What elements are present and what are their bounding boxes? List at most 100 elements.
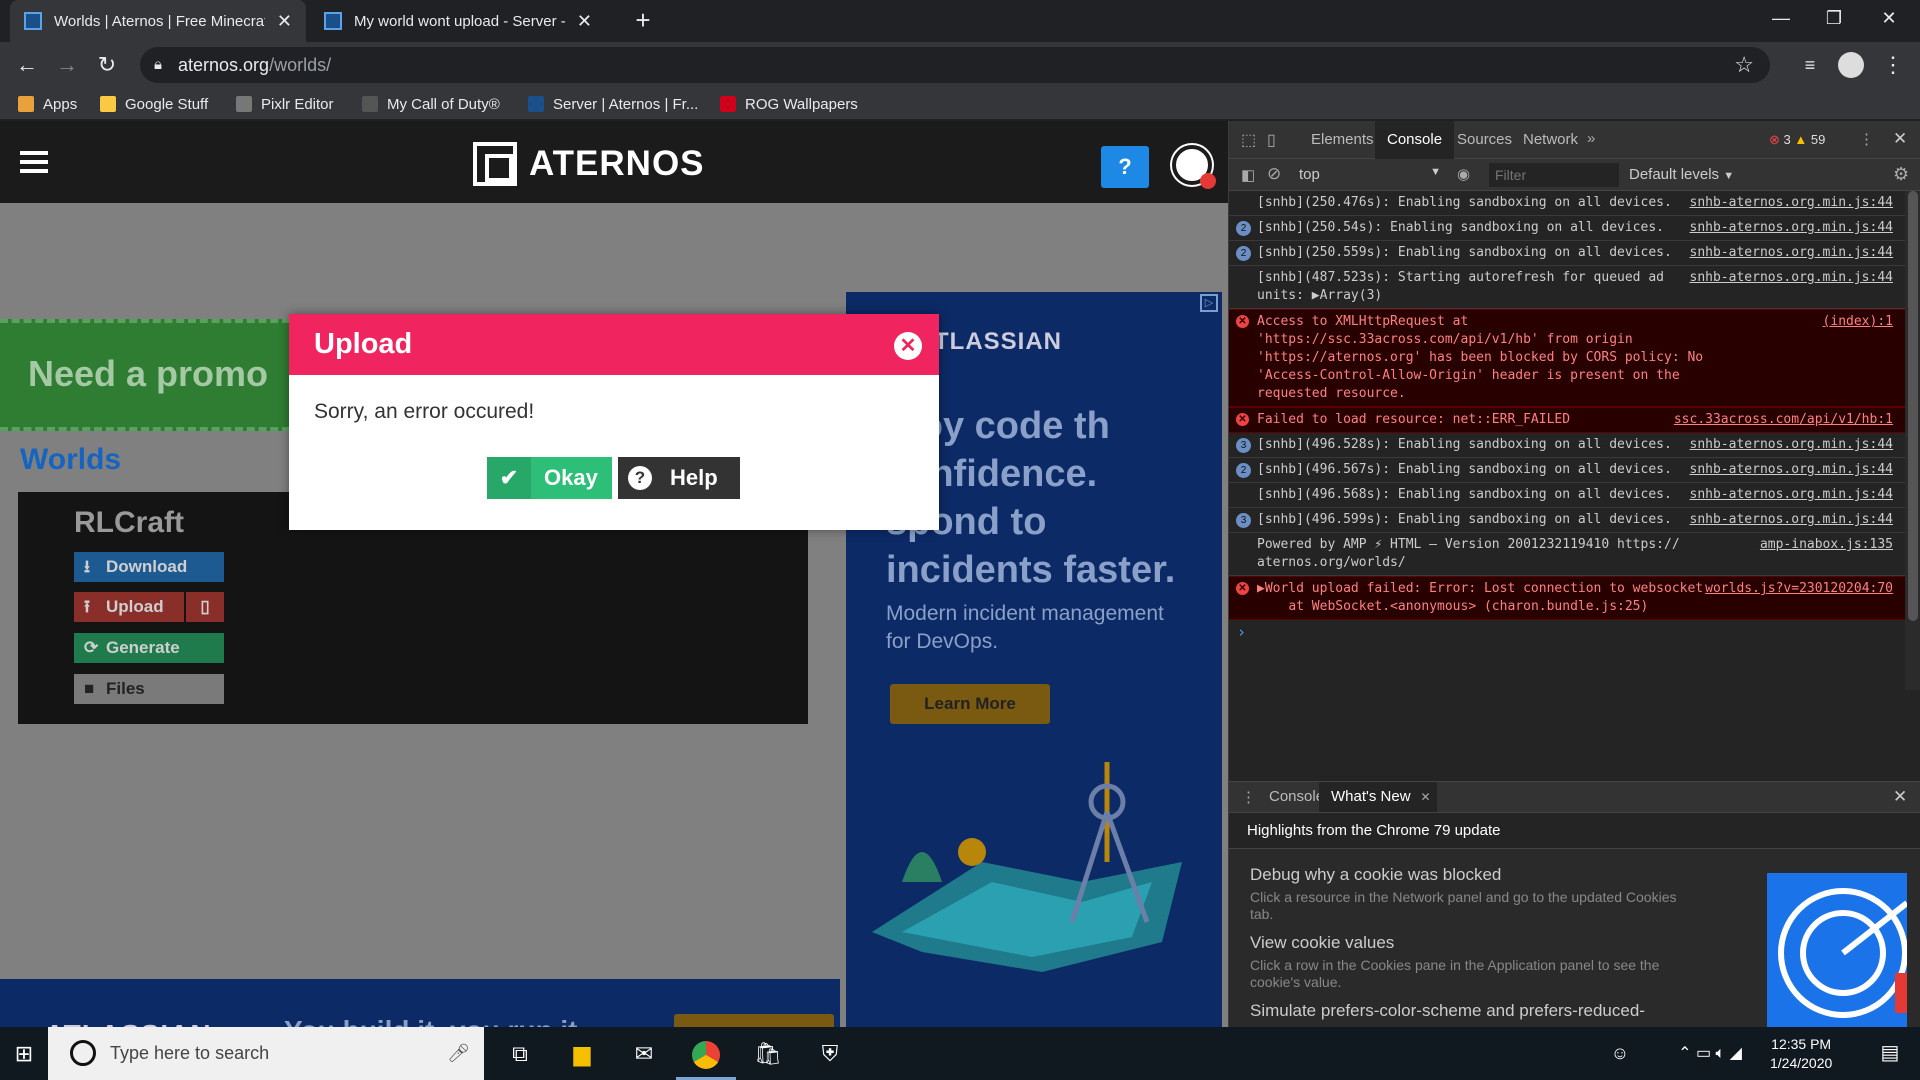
console-source-link[interactable]: snhb-aternos.org.min.js:44: [1690, 461, 1894, 479]
context-selector[interactable]: top ▼: [1299, 166, 1441, 183]
menu-icon[interactable]: ⋮: [1878, 50, 1908, 80]
eye-icon[interactable]: ◉: [1457, 165, 1470, 183]
windows-start-icon[interactable]: ⊞: [0, 1027, 48, 1080]
store-icon[interactable]: 🛍︎: [738, 1027, 798, 1080]
close-icon[interactable]: ✕: [1421, 782, 1431, 812]
console-log-row[interactable]: Powered by AMP ⚡ HTML – Version 20012321…: [1229, 533, 1905, 576]
clear-console-icon[interactable]: ⊘: [1267, 164, 1281, 184]
notifications-icon[interactable]: ▤: [1860, 1027, 1920, 1080]
console-log-row[interactable]: 2 [snhb](250.559s): Enabling sandboxing o…: [1229, 241, 1905, 266]
inspect-icon[interactable]: ⬚: [1241, 130, 1256, 150]
drawer-tab-whats-new[interactable]: What's New ✕: [1319, 782, 1437, 812]
console-log-row[interactable]: 2 [snhb](250.54s): Enabling sandboxing on…: [1229, 216, 1905, 241]
console-source-link[interactable]: snhb-aternos.org.min.js:44: [1690, 219, 1894, 237]
help-button[interactable]: ?: [1101, 146, 1149, 188]
console-source-link[interactable]: snhb-aternos.org.min.js:44: [1690, 244, 1894, 262]
promo-banner[interactable]: Need a promo: [0, 319, 290, 431]
ad-learn-more-button[interactable]: Learn More: [890, 684, 1050, 724]
forward-icon[interactable]: →: [52, 50, 82, 80]
file-icon[interactable]: ▯: [184, 592, 224, 622]
bookmark-item[interactable]: My Call of Duty®: [362, 88, 500, 120]
device-toolbar-icon[interactable]: ▯: [1267, 130, 1276, 150]
console-settings-icon[interactable]: ⚙: [1893, 164, 1909, 185]
close-icon[interactable]: ✕: [577, 11, 592, 32]
console-filter-input[interactable]: [1489, 163, 1619, 187]
console-error-row[interactable]: ✕ ▶World upload failed: Error: Lost conne…: [1229, 576, 1905, 620]
ad-bottom[interactable]: ▲ ATLASSIAN You build it, you run it. Le…: [0, 979, 840, 1027]
console-source-link[interactable]: (index):1: [1823, 313, 1893, 331]
star-icon[interactable]: ☆: [1734, 47, 1754, 83]
devtools-close-icon[interactable]: ✕: [1893, 129, 1907, 149]
taskbar-search[interactable]: Type here to search 🎤︎: [48, 1027, 484, 1080]
console-source-link[interactable]: snhb-aternos.org.min.js:44: [1690, 511, 1894, 529]
console-error-row[interactable]: ✕ Access to XMLHttpRequest at 'https://ss…: [1229, 309, 1905, 407]
console-log-row[interactable]: [snhb](250.476s): Enabling sandboxing on…: [1229, 191, 1905, 216]
console-scrollbar[interactable]: [1905, 191, 1920, 690]
bookmark-item[interactable]: Apps: [18, 88, 77, 120]
defender-icon[interactable]: ⛨: [800, 1027, 860, 1080]
console-source-link[interactable]: ssc.33across.com/api/v1/hb:1: [1674, 411, 1893, 429]
scrollbar-thumb[interactable]: [1908, 191, 1918, 621]
minimize-icon[interactable]: —: [1758, 0, 1804, 36]
task-view-icon[interactable]: ⧉: [490, 1027, 550, 1080]
console-source-link[interactable]: snhb-aternos.org.min.js:44: [1690, 269, 1894, 287]
more-tabs-icon[interactable]: »: [1587, 130, 1595, 147]
bookmark-item[interactable]: ROG Wallpapers: [720, 88, 858, 120]
user-avatar[interactable]: [1172, 145, 1216, 189]
console-source-link[interactable]: snhb-aternos.org.min.js:44: [1690, 486, 1894, 504]
okay-button[interactable]: ✔ Okay: [487, 457, 612, 499]
generate-button[interactable]: ⟳ Generate: [74, 633, 224, 663]
system-tray[interactable]: ⌃ ▭ 🔈︎ ◢: [1640, 1027, 1780, 1080]
console-log-row[interactable]: 2 [snhb](496.567s): Enabling sandboxing o…: [1229, 458, 1905, 483]
bookmark-item[interactable]: Pixlr Editor: [236, 88, 334, 120]
console-error-row[interactable]: ✕ Failed to load resource: net::ERR_FAILE…: [1229, 407, 1905, 433]
log-levels-dropdown[interactable]: Default levels ▼: [1629, 166, 1734, 183]
close-window-icon[interactable]: ✕: [1866, 0, 1912, 36]
console-source-link[interactable]: amp-inabox.js:135: [1760, 536, 1893, 554]
upload-button[interactable]: ⭱ Upload ▯: [74, 592, 224, 622]
console-prompt[interactable]: ›: [1229, 620, 1905, 641]
close-icon[interactable]: ✕: [277, 11, 292, 32]
media-icon[interactable]: ≡: [1795, 50, 1825, 80]
tab-elements[interactable]: Elements: [1299, 121, 1386, 159]
files-button[interactable]: ■ Files: [74, 674, 224, 704]
profile-avatar[interactable]: [1838, 52, 1864, 78]
console-log-row[interactable]: [snhb](487.523s): Starting autorefresh f…: [1229, 266, 1905, 309]
address-bar[interactable]: 🔒︎ aternos.org/worlds/ ☆: [140, 47, 1770, 83]
hamburger-menu-icon[interactable]: [20, 151, 48, 173]
bookmark-item[interactable]: Google Stuff: [100, 88, 208, 120]
tab-worlds[interactable]: Worlds | Aternos | Free Minecraft ✕: [10, 0, 306, 42]
restore-icon[interactable]: ❐: [1811, 0, 1857, 36]
mail-icon[interactable]: ✉: [614, 1027, 674, 1080]
ad-learn-more-button[interactable]: Learn More: [674, 1014, 834, 1027]
reload-icon[interactable]: ↻: [92, 50, 122, 80]
console-log-row[interactable]: 3 [snhb](496.599s): Enabling sandboxing o…: [1229, 508, 1905, 533]
devtools-menu-icon[interactable]: ⋮: [1859, 130, 1874, 148]
aternos-logo[interactable]: ATERNOS: [473, 142, 705, 186]
clock[interactable]: 12:35 PM 1/24/2020: [1770, 1035, 1832, 1073]
download-button[interactable]: ⭳ Download: [74, 552, 224, 582]
console-source-link[interactable]: worlds.js?v=230120204:70: [1705, 580, 1893, 598]
chrome-icon[interactable]: [676, 1027, 736, 1080]
tab-forum[interactable]: My world wont upload - Server - ✕: [310, 0, 606, 42]
microphone-icon[interactable]: 🎤︎: [447, 1027, 470, 1080]
console-source-link[interactable]: snhb-aternos.org.min.js:44: [1690, 194, 1894, 212]
adchoices-icon[interactable]: ▷: [1200, 294, 1218, 312]
back-icon[interactable]: ←: [12, 50, 42, 80]
error-counter[interactable]: ⊗ 3 ▲ 59: [1769, 132, 1825, 148]
help-dialog-button[interactable]: ? Help: [618, 457, 740, 499]
drawer-close-icon[interactable]: ✕: [1893, 787, 1907, 807]
sidebar-toggle-icon[interactable]: ◧: [1241, 166, 1255, 184]
console-source-link[interactable]: snhb-aternos.org.min.js:44: [1690, 436, 1894, 454]
tab-network[interactable]: Network: [1511, 121, 1590, 159]
drawer-menu-icon[interactable]: ⋮: [1241, 788, 1256, 806]
console-log-row[interactable]: [snhb](496.568s): Enabling sandboxing on…: [1229, 483, 1905, 508]
new-tab-icon[interactable]: +: [620, 0, 666, 36]
console-message-text: Access to XMLHttpRequest at 'https://ssc…: [1257, 314, 1711, 401]
tab-console[interactable]: Console: [1375, 121, 1455, 159]
file-explorer-icon[interactable]: ▆: [552, 1027, 612, 1080]
bookmark-item[interactable]: Server | Aternos | Fr...: [528, 88, 698, 120]
dialog-close-icon[interactable]: ✕: [894, 332, 922, 360]
upload-dialog: Upload ✕ Sorry, an error occured! ✔ Okay …: [289, 314, 939, 530]
console-log-row[interactable]: 3 [snhb](496.528s): Enabling sandboxing o…: [1229, 433, 1905, 458]
